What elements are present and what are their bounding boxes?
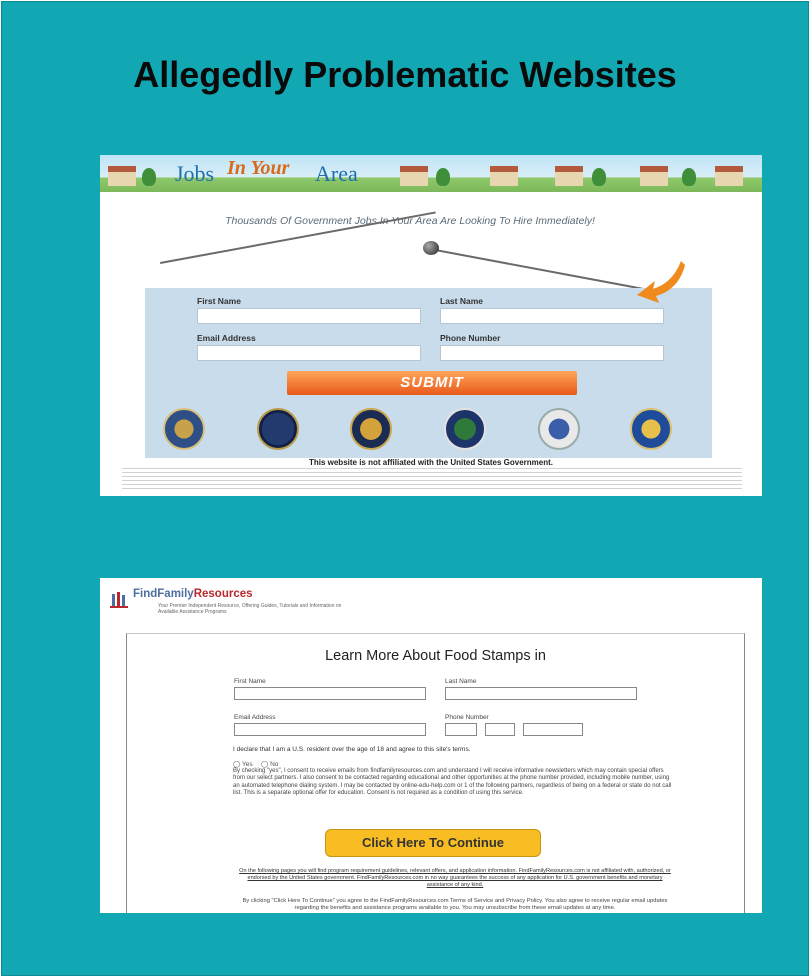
homeland-security-seal-icon <box>538 408 580 450</box>
email-input[interactable] <box>234 723 426 736</box>
defense-seal-icon <box>163 408 205 450</box>
phone-label: Phone Number <box>445 714 489 721</box>
info-text[interactable]: On the following pages you will find pro… <box>235 868 675 889</box>
email-input[interactable] <box>197 345 421 361</box>
first-name-label: First Name <box>197 296 241 306</box>
first-name-input[interactable] <box>197 308 421 324</box>
no-label: No <box>270 761 279 768</box>
logo-part-resources: Resources <box>193 588 253 600</box>
tree-icon <box>592 168 606 186</box>
phone-prefix-input[interactable] <box>485 723 515 736</box>
slide-title: Allegedly Problematic Websites <box>133 54 677 95</box>
submit-button[interactable]: SUBMIT <box>287 371 577 395</box>
email-label: Email Address <box>197 333 256 343</box>
findfamily-logo-text: FindFamilyResources <box>133 588 253 600</box>
last-name-input[interactable] <box>440 308 664 324</box>
last-name-input[interactable] <box>445 687 637 700</box>
first-name-label: First Name <box>234 678 266 685</box>
phone-line-input[interactable] <box>523 723 583 736</box>
phone-label: Phone Number <box>440 333 501 343</box>
logo-text-area: Area <box>315 161 358 186</box>
continue-button[interactable]: Click Here To Continue <box>325 829 541 857</box>
logo-part-findfamily: FindFamily <box>133 588 194 600</box>
house-icon <box>400 166 428 186</box>
neighborhood-banner: Jobs In Your Area <box>100 155 762 192</box>
orange-arrow-icon <box>637 261 685 303</box>
tree-icon <box>682 168 696 186</box>
house-icon <box>715 166 743 186</box>
yes-radio[interactable]: ◯ Yes <box>233 760 253 768</box>
house-icon <box>555 166 583 186</box>
logo-text-jobs: Jobs <box>175 161 215 186</box>
first-name-input[interactable] <box>234 687 426 700</box>
logo-tagline: Your Premier Independent Resource, Offer… <box>158 603 342 615</box>
justice-seal-icon <box>350 408 392 450</box>
tree-icon <box>142 168 156 186</box>
jobs-logo: Jobs In Your Area <box>175 157 385 191</box>
slide: Allegedly Problematic Websites Jobs In Y… <box>1 1 809 976</box>
logo-text-in-your: In Your <box>227 157 290 179</box>
family-logo-icon <box>110 592 128 608</box>
education-seal-icon <box>444 408 486 450</box>
form-card: Learn More About Food Stamps in First Na… <box>126 633 745 913</box>
house-icon <box>108 166 136 186</box>
food-stamps-site-screenshot: FindFamilyResources Your Premier Indepen… <box>100 578 762 913</box>
phone-area-code-input[interactable] <box>445 723 477 736</box>
consent-text: By checking "yes", I consent to receive … <box>233 768 672 797</box>
last-name-label: Last Name <box>440 296 483 306</box>
email-label: Email Address <box>234 714 276 721</box>
declaration-text: I declare that I am a U.S. resident over… <box>233 746 471 753</box>
house-icon <box>490 166 518 186</box>
tree-icon <box>436 168 450 186</box>
not-affiliated-notice: This website is not affiliated with the … <box>308 458 554 467</box>
terms-text: By clicking "Click Here To Continue" you… <box>242 898 668 911</box>
fine-print <box>122 468 742 490</box>
no-radio[interactable]: ◯ No <box>261 760 278 768</box>
house-icon <box>640 166 668 186</box>
last-name-label: Last Name <box>445 678 477 685</box>
knob-icon <box>423 241 439 255</box>
jobs-site-screenshot: Jobs In Your Area Thousands Of Governmen… <box>100 155 762 496</box>
yes-label: Yes <box>241 761 253 768</box>
form-title: Learn More About Food Stamps in <box>325 648 546 664</box>
treasury-seal-icon <box>630 408 672 450</box>
hhs-seal-icon <box>257 408 299 450</box>
phone-input[interactable] <box>440 345 664 361</box>
